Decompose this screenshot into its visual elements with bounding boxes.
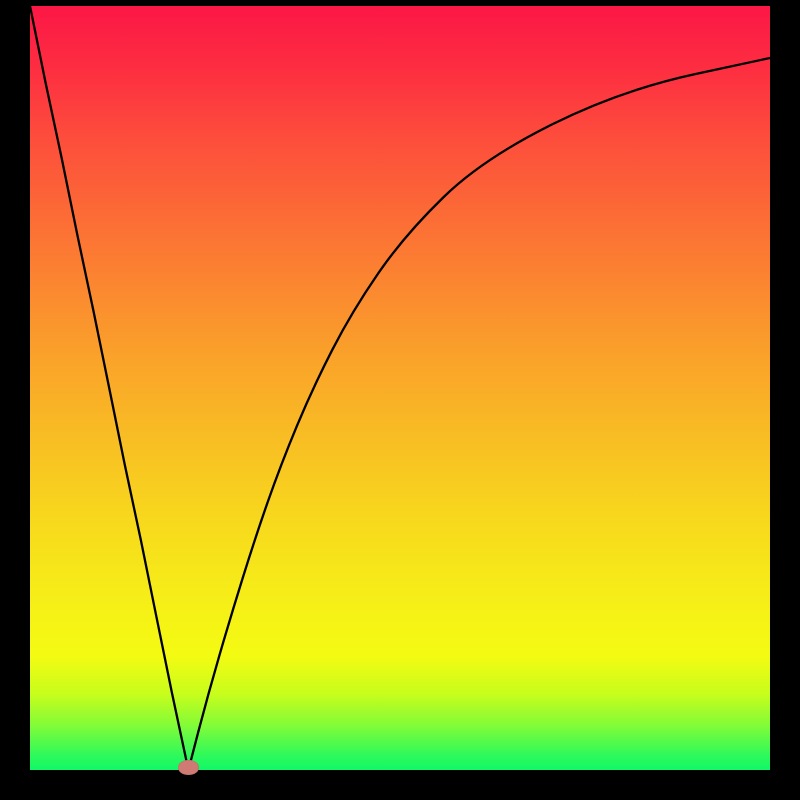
vertex-marker bbox=[178, 760, 199, 775]
bottleneck-curve bbox=[30, 6, 770, 770]
chart-plot-area bbox=[30, 6, 770, 770]
bottleneck-curve-path bbox=[30, 6, 770, 770]
